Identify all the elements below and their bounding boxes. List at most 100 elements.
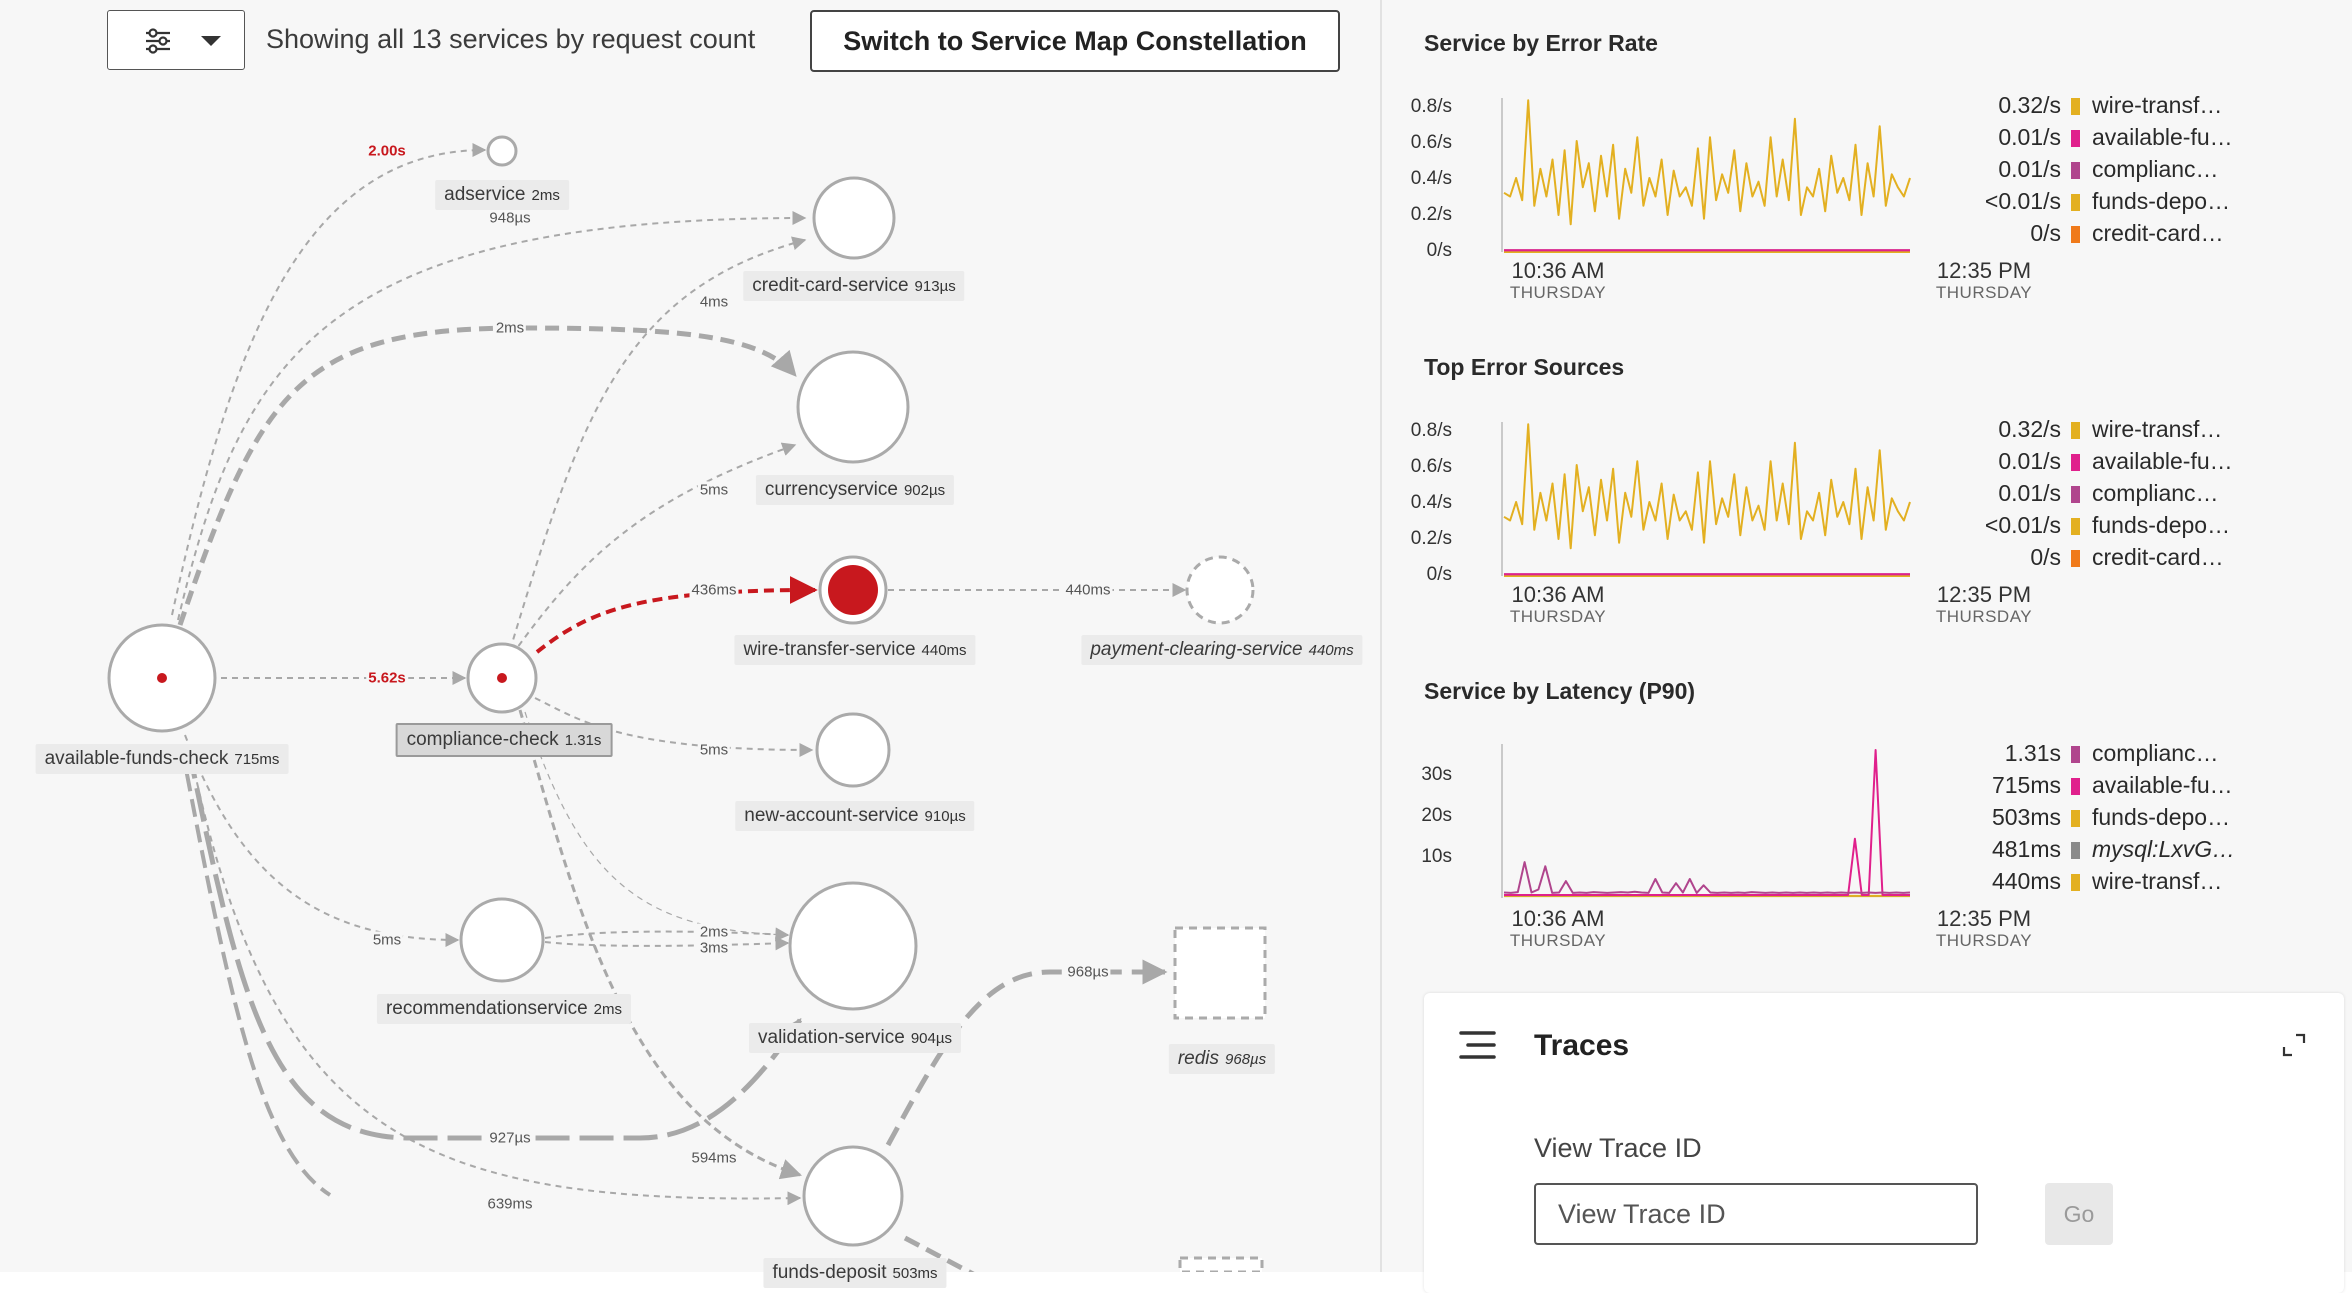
node-credit-card-service [812,176,896,260]
legend-value: 0.01/s [1998,480,2061,506]
legend-row[interactable]: 0.01/s complianc… [1960,156,2218,183]
legend-name: wire-transf… [2092,92,2223,118]
node-name: adservice [444,184,526,205]
edge-label: 436ms [689,581,739,599]
legend-value: 481ms [1991,836,2061,862]
legend-name: mysql:LxvG… [2092,836,2236,862]
legend-name: available-fu… [2092,448,2233,474]
node-label-credit-card-service[interactable]: credit-card-service 913µs [743,271,965,301]
node-label-redis[interactable]: redis 968µs [1168,1044,1276,1074]
node-payment-clearing-service [1185,555,1255,625]
node-latency: 904µs [910,1030,952,1047]
series-line [1503,423,1911,550]
legend-row[interactable]: 0.01/s available-fu… [1960,448,2233,475]
node-label-wire-transfer-service[interactable]: wire-transfer-service 440ms [734,635,976,665]
node-latency: 902µs [903,482,946,499]
node-funds-deposit [802,1145,904,1247]
switch-constellation-button[interactable]: Switch to Service Map Constellation [810,10,1340,72]
edge-label: 4ms [697,293,731,311]
legend-row[interactable]: 0/s credit-card… [1960,220,2223,247]
x-tick-start-day: THURSDAY [1509,283,1607,302]
legend-row[interactable]: <0.01/s funds-depo… [1960,188,2230,215]
legend-row[interactable]: 503ms funds-depo… [1960,804,2230,831]
legend-row[interactable]: 481ms mysql:LxvG… [1960,836,2235,863]
node-name: new-account-service [744,805,919,826]
node-latency: 913µs [914,278,956,295]
node-label-adservice[interactable]: adservice 2ms [435,180,569,210]
legend-value: 0/s [2030,544,2061,570]
y-tick: 0/s [1426,564,1452,585]
legend-row[interactable]: 1.31s complianc… [1960,740,2219,767]
legend-swatch [2071,162,2080,179]
node-name: credit-card-service [752,275,909,296]
x-tick-end: 12:35 PM [1936,258,2032,283]
node-label-funds-deposit[interactable]: funds-deposit 503ms [763,1258,947,1288]
legend-row[interactable]: 715ms available-fu… [1960,772,2233,799]
legend-swatch [2071,98,2080,115]
legend-swatch [2071,194,2080,211]
edge-afc-currency [177,325,797,626]
node-label-available-funds-check[interactable]: available-funds-check 715ms [35,744,289,774]
node-recommendationservice [459,897,545,983]
showing-services-text: Showing all 13 services by request count [266,24,756,54]
node-name: redis [1177,1048,1220,1069]
latency-chart [1501,744,1911,898]
y-tick: 0.6/s [1410,456,1452,477]
filter-button[interactable] [107,10,245,70]
node-label-new-account-service[interactable]: new-account-service 910µs [735,801,975,831]
legend-value: 0.01/s [1998,156,2061,182]
y-tick: 20s [1421,805,1452,826]
legend-name: funds-depo… [2092,804,2231,830]
node-label-currencyservice[interactable]: currencyservice 902µs [755,475,955,505]
node-redis [1173,926,1267,1020]
trace-id-input[interactable] [1534,1183,1978,1245]
expand-icon[interactable] [2280,1031,2308,1059]
top-error-sources-chart [1501,422,1911,577]
edge-label: 5ms [697,481,731,499]
y-tick: 0.8/s [1410,96,1452,117]
chart-title-latency: Service by Latency (P90) [1424,678,1696,704]
y-tick: 10s [1421,846,1452,867]
legend-row[interactable]: 0.32/s wire-transf… [1960,92,2222,119]
legend-value: 0.32/s [1998,92,2061,118]
edge-compliance-currency [511,442,797,656]
legend-value: 715ms [1991,772,2061,798]
node-label-compliance-check[interactable]: compliance-check 1.31s [395,723,613,757]
node-label-payment-clearing-service[interactable]: payment-clearing-service 440ms [1081,635,1363,665]
x-tick-start: 10:36 AM [1511,258,1605,283]
node-label-validation-service[interactable]: validation-service 904µs [749,1023,961,1053]
legend-row[interactable]: 0/s credit-card… [1960,544,2223,571]
x-tick-start: 10:36 AM [1511,582,1605,607]
go-button[interactable]: Go [2045,1183,2113,1245]
x-tick-start-day: THURSDAY [1509,931,1607,950]
edge-compliance-credit-card [509,236,807,651]
node-latency: 910µs [924,808,966,825]
node-name: compliance-check [406,729,559,750]
node-label-recommendationservice[interactable]: recommendationservice 2ms [376,994,632,1024]
legend-row[interactable]: 0.01/s available-fu… [1960,124,2232,151]
service-map-pane: Showing all 13 services by request count… [0,0,1382,1288]
edge-label: 2ms [493,319,527,337]
dropdown-caret-icon [201,36,221,46]
legend-name: funds-depo… [2092,188,2231,214]
legend-swatch [2071,454,2080,471]
legend-row[interactable]: <0.01/s funds-depo… [1960,512,2230,539]
edge-label: 639ms [485,1195,535,1213]
legend-name: funds-depo… [2092,512,2231,538]
edge-label: 2.00s [366,142,408,160]
x-tick-end: 12:35 PM [1936,582,2032,607]
legend-row[interactable]: 440ms wire-transf… [1960,868,2222,895]
legend-value: 440ms [1991,868,2061,894]
node-currencyservice [796,350,910,464]
edge-label: 594ms [689,1149,739,1167]
legend-name: wire-transf… [2092,868,2223,894]
y-tick: 0.8/s [1410,420,1452,441]
list-icon [1459,1031,1496,1059]
legend-row[interactable]: 0.01/s complianc… [1960,480,2218,507]
legend-row[interactable]: 0.32/s wire-transf… [1960,416,2222,443]
series-line [1503,99,1911,226]
y-tick: 0.4/s [1410,168,1452,189]
wire-transfer-error-fill [828,565,878,615]
edge-label: 440ms [1063,581,1113,599]
series-line [1504,749,1910,896]
